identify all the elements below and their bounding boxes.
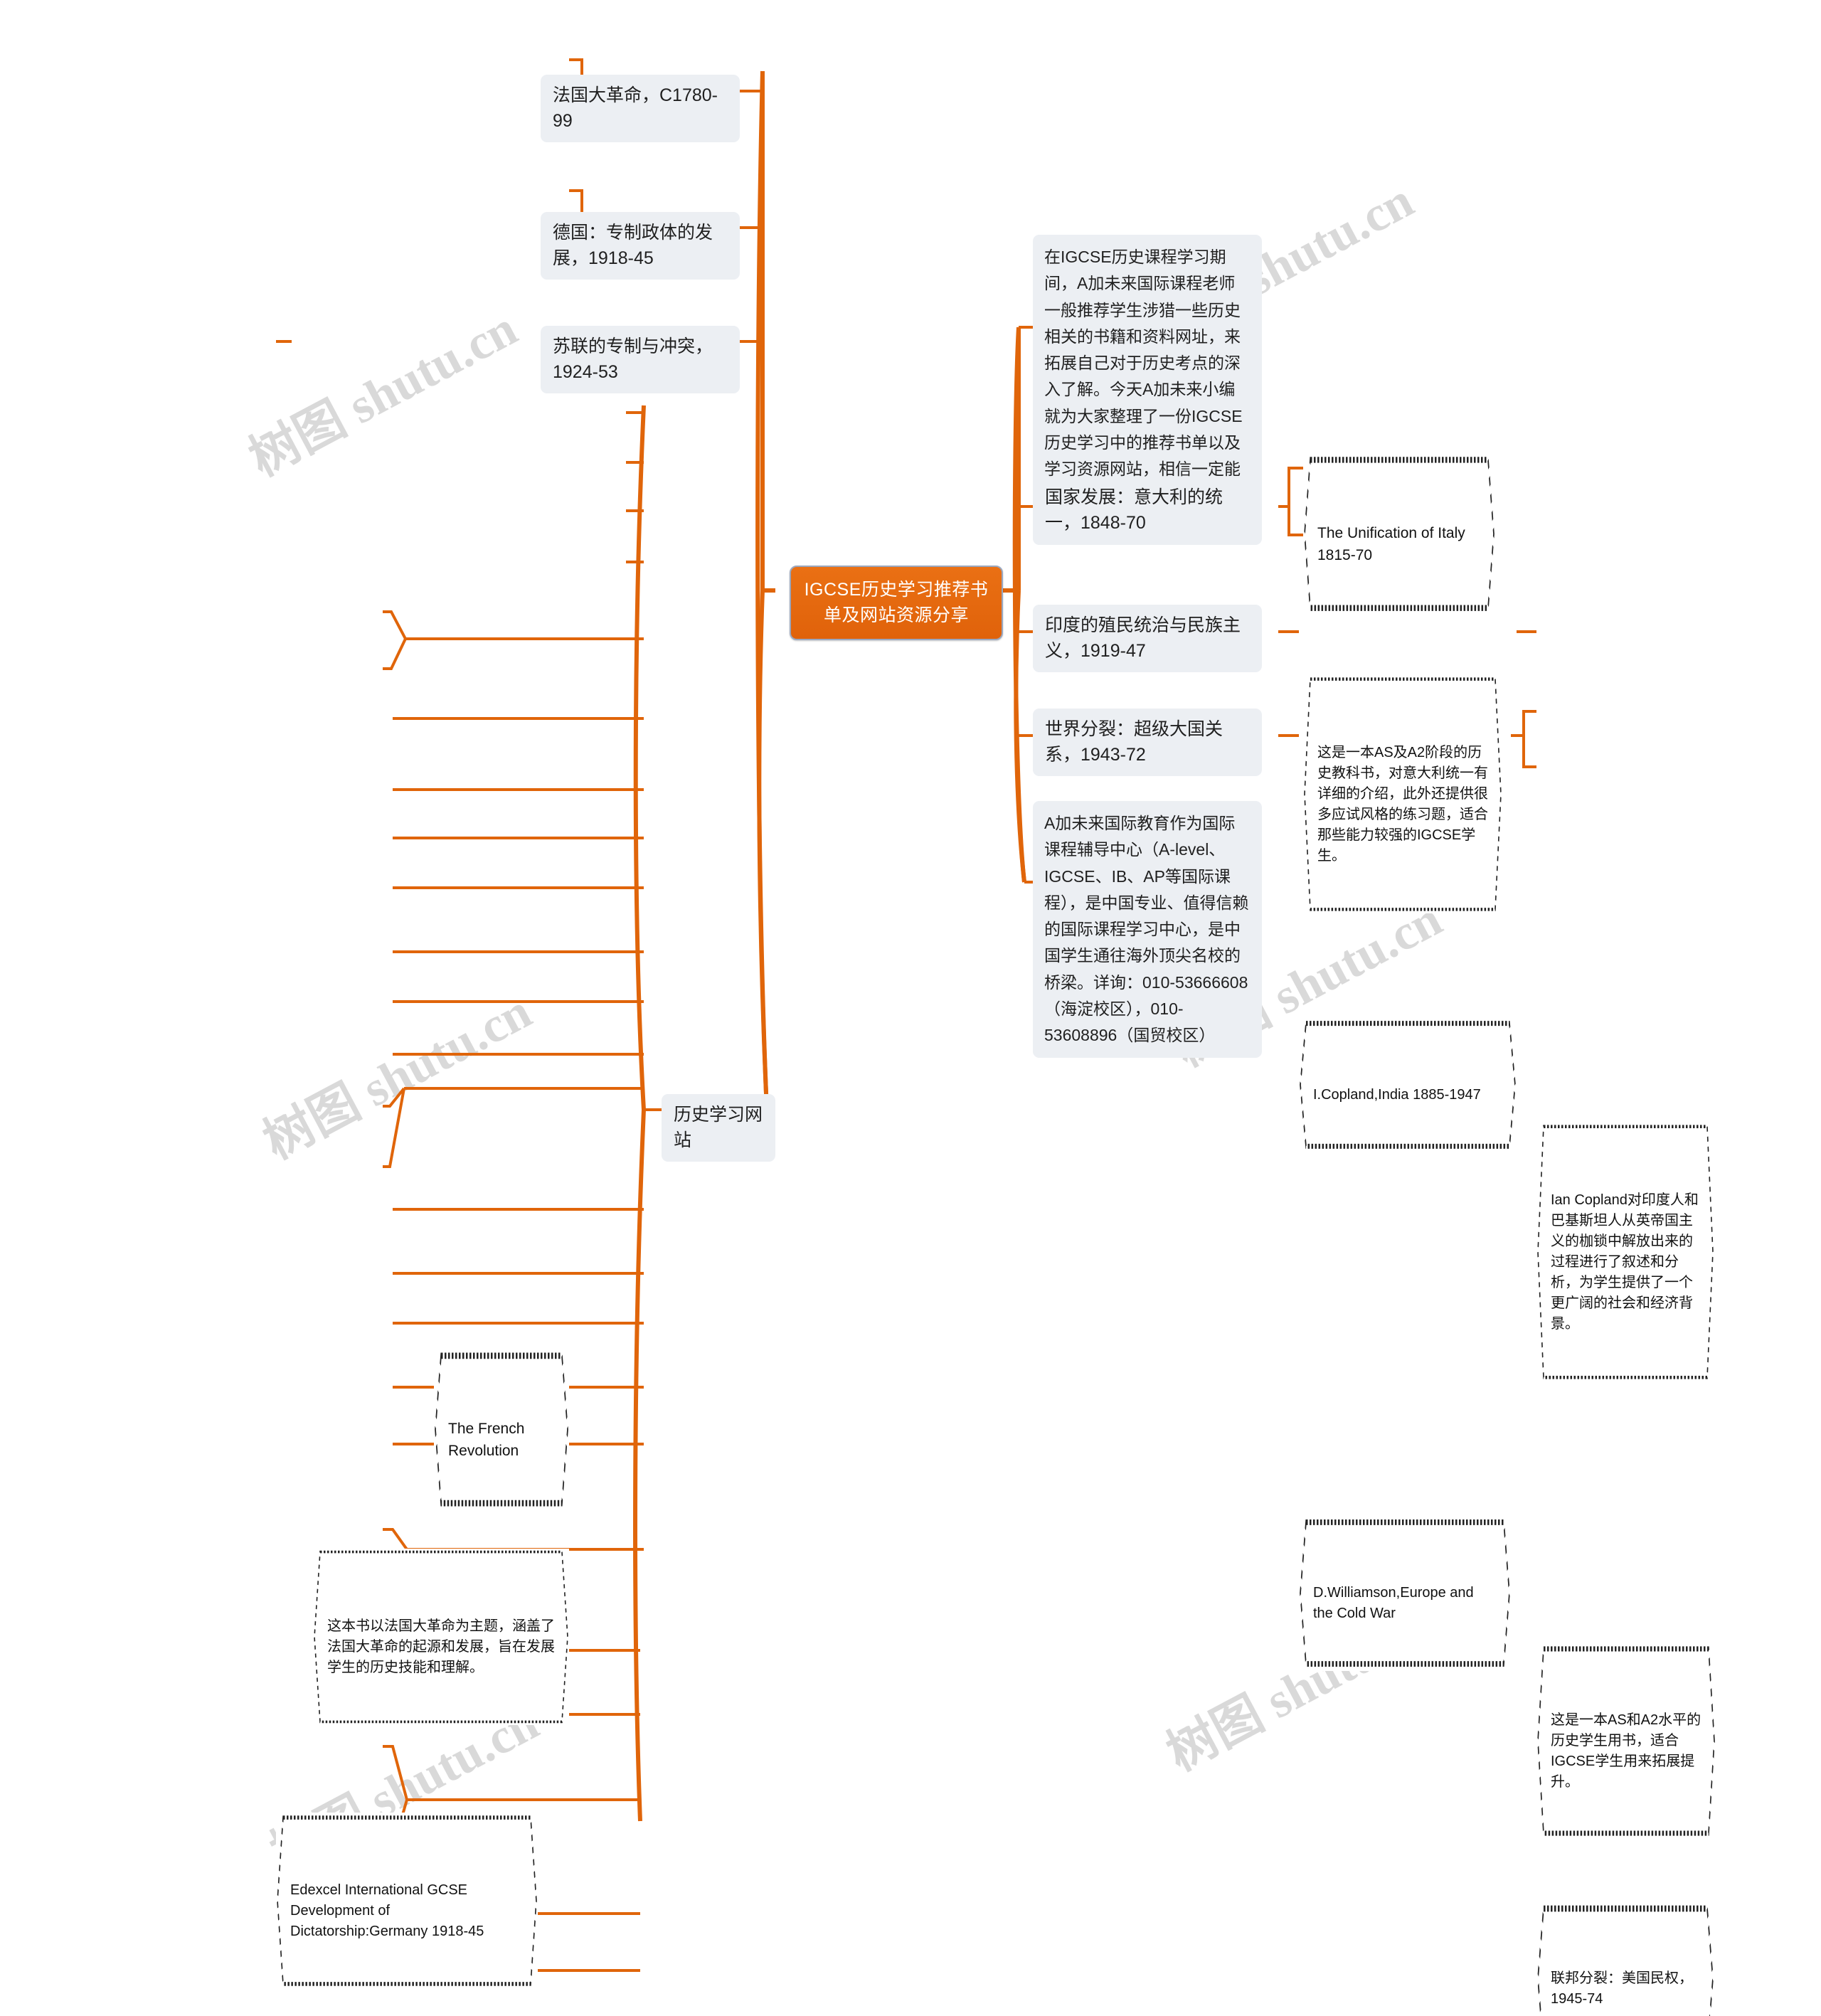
leaf-italy-book-desc[interactable]: 这是一本AS及A2阶段的历史教科书，对意大利统一有详细的介绍，此外还提供很多应试…: [1303, 675, 1502, 914]
leaf-label: 联邦分裂：美国民权，1945-74: [1551, 1970, 1693, 2007]
leaf-italy-book-title[interactable]: The Unification of Italy 1815-70: [1303, 452, 1495, 616]
leaf-french-revolution-title[interactable]: The French Revolution: [434, 1348, 569, 1512]
watermark: 树图 shutu.cn: [240, 301, 526, 487]
leaf-coldwar-book-title[interactable]: D.Williamson,Europe and the Cold War: [1299, 1515, 1511, 1672]
leaf-coldwar-us-civil-rights[interactable]: 联邦分裂：美国民权，1945-74: [1536, 1901, 1714, 2016]
leaf-label: D.Williamson,Europe and the Cold War: [1313, 1585, 1478, 1622]
right-outro-node[interactable]: A加未来国际教育作为国际课程辅导中心（A-level、IGCSE、IB、AP等国…: [1033, 801, 1262, 1059]
leaf-germany-book-title[interactable]: Edexcel International GCSE Development o…: [276, 1813, 538, 1990]
left-topic-germany[interactable]: 德国：专制政体的发展，1918-45: [541, 212, 740, 280]
leaf-label: 这本书以法国大革命为主题，涵盖了法国大革命的起源和发展，旨在发展学生的历史技能和…: [327, 1618, 555, 1676]
mindmap-canvas: 树图 shutu.cn 树图 shutu.cn 树图 shutu.cn 树图 s…: [0, 0, 1821, 2016]
leaf-label: I.Copland,India 1885-1947: [1313, 1087, 1481, 1103]
right-topic-coldwar[interactable]: 世界分裂：超级大国关系，1943-72: [1033, 709, 1262, 776]
leaf-india-book-title[interactable]: I.Copland,India 1885-1947: [1299, 1017, 1517, 1153]
leaf-label: The French Revolution: [448, 1421, 529, 1459]
leaf-label: The Unification of Italy 1815-70: [1317, 525, 1470, 563]
left-topic-ussr[interactable]: 苏联的专制与冲突，1924-53: [541, 326, 740, 393]
leaf-french-revolution-desc[interactable]: 这本书以法国大革命为主题，涵盖了法国大革命的起源和发展，旨在发展学生的历史技能和…: [313, 1549, 569, 1726]
leaf-label: Ian Copland对印度人和巴基斯坦人从英帝国主义的枷锁中解放出来的过程进行…: [1551, 1192, 1699, 1332]
leaf-india-book-desc[interactable]: Ian Copland对印度人和巴基斯坦人从英帝国主义的枷锁中解放出来的过程进行…: [1536, 1123, 1714, 1382]
left-topic-history-websites[interactable]: 历史学习网站: [662, 1094, 775, 1162]
leaf-label: 这是一本AS及A2阶段的历史教科书，对意大利统一有详细的介绍，此外还提供很多应试…: [1317, 745, 1488, 864]
root-node[interactable]: IGCSE历史学习推荐书单及网站资源分享: [790, 566, 1003, 640]
leaf-coldwar-book-desc[interactable]: 这是一本AS和A2水平的历史学生用书，适合IGCSE学生用来拓展提升。: [1536, 1643, 1716, 1840]
leaf-label: 这是一本AS和A2水平的历史学生用书，适合IGCSE学生用来拓展提升。: [1551, 1712, 1701, 1790]
left-topic-french-revolution[interactable]: 法国大革命，C1780-99: [541, 75, 740, 142]
leaf-label: Edexcel International GCSE Development o…: [290, 1882, 484, 1940]
right-topic-italy[interactable]: 国家发展：意大利的统一，1848-70: [1033, 477, 1262, 544]
watermark: 树图 shutu.cn: [255, 984, 541, 1170]
right-topic-india[interactable]: 印度的殖民统治与民族主义，1919-47: [1033, 605, 1262, 672]
